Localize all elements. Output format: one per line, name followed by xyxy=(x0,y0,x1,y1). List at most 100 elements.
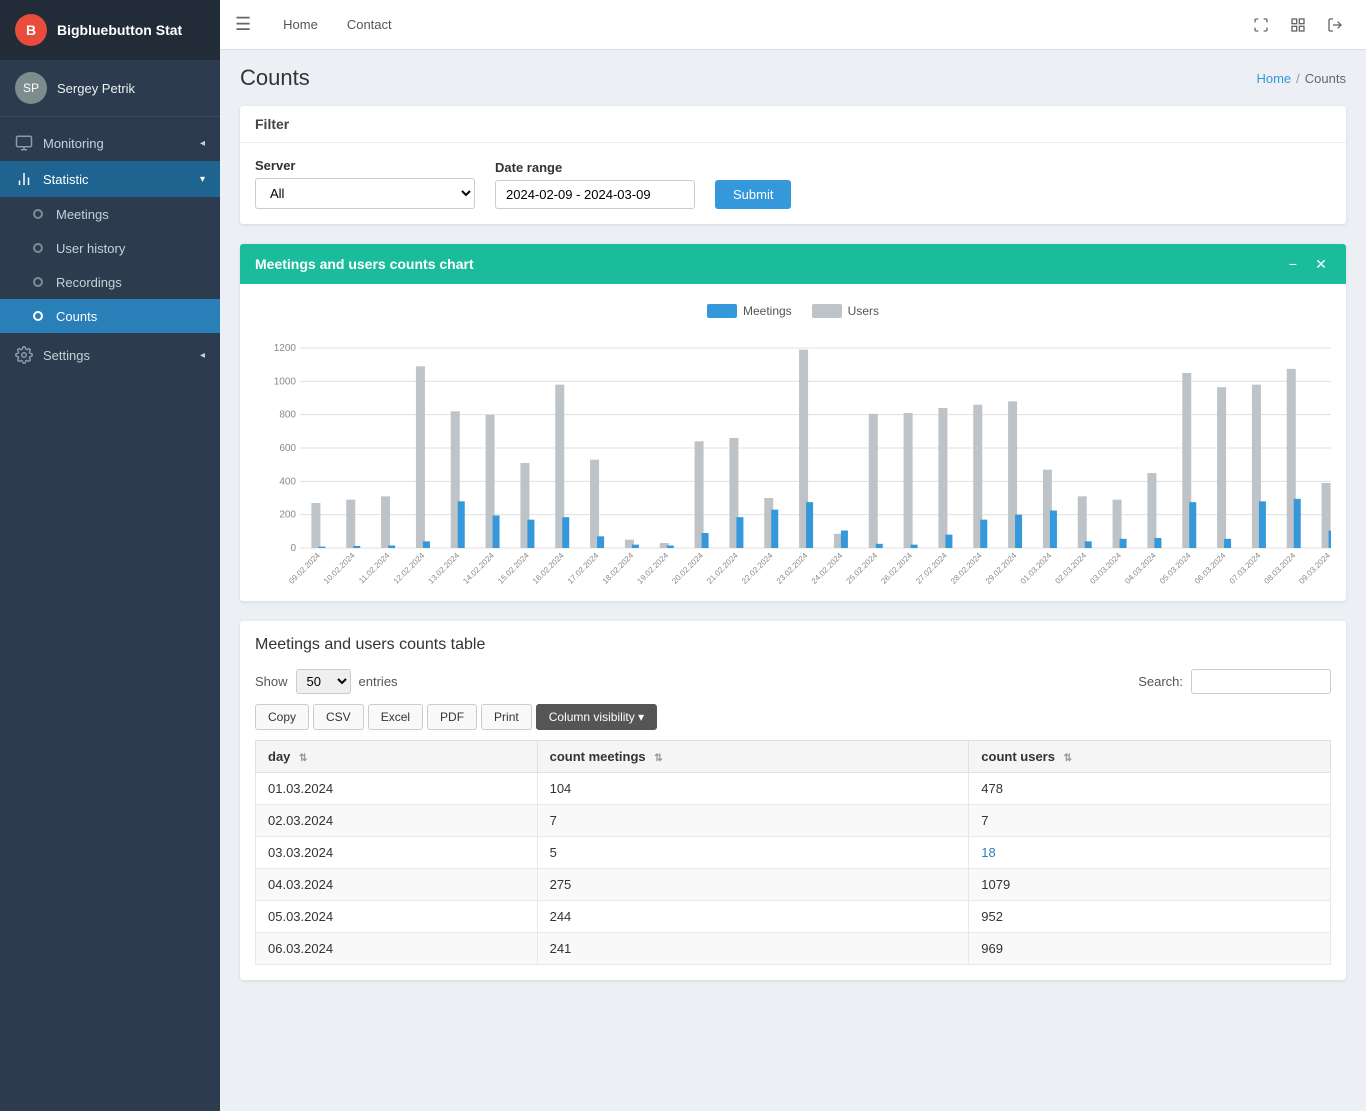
table-row: 04.03.20242751079 xyxy=(256,869,1331,901)
submit-button[interactable]: Submit xyxy=(715,180,791,209)
sidebar-item-settings-label: Settings xyxy=(43,348,190,363)
chart-controls: − ✕ xyxy=(1283,254,1331,274)
svg-text:21.02.2024: 21.02.2024 xyxy=(705,551,740,586)
svg-text:800: 800 xyxy=(279,410,296,421)
svg-text:03.03.2024: 03.03.2024 xyxy=(1088,551,1123,586)
logout-icon[interactable] xyxy=(1319,9,1351,41)
circle-icon-recordings xyxy=(30,274,46,290)
legend-meetings: Meetings xyxy=(707,304,792,318)
cell-day: 05.03.2024 xyxy=(256,901,538,933)
date-range-input[interactable] xyxy=(495,180,695,209)
brand-icon: B xyxy=(15,14,47,46)
sort-icon-meetings: ⇅ xyxy=(654,753,662,764)
svg-text:14.02.2024: 14.02.2024 xyxy=(461,551,496,586)
table-row: 03.03.2024518 xyxy=(256,837,1331,869)
svg-text:08.03.2024: 08.03.2024 xyxy=(1262,551,1297,586)
cell-count_users: 478 xyxy=(969,773,1331,805)
circle-icon-counts xyxy=(30,308,46,324)
svg-text:25.02.2024: 25.02.2024 xyxy=(844,551,879,586)
col-users-label: count users xyxy=(981,749,1055,764)
topbar-home-link[interactable]: Home xyxy=(271,12,330,37)
sidebar-item-monitoring[interactable]: Monitoring ◂ xyxy=(0,125,220,161)
data-table: day ⇅ count meetings ⇅ count users ⇅ xyxy=(255,740,1331,965)
grid-icon[interactable] xyxy=(1282,9,1314,41)
search-input[interactable] xyxy=(1191,669,1331,694)
chart-body: Meetings Users 02004006008001000120009.0… xyxy=(240,284,1346,601)
table-head: day ⇅ count meetings ⇅ count users ⇅ xyxy=(256,741,1331,773)
cell-day: 01.03.2024 xyxy=(256,773,538,805)
filter-form: Server All Date range Submit xyxy=(255,158,1331,209)
chart-icon xyxy=(15,170,33,188)
svg-text:02.03.2024: 02.03.2024 xyxy=(1053,551,1088,586)
cell-count_meetings: 275 xyxy=(537,869,969,901)
col-header-day[interactable]: day ⇅ xyxy=(256,741,538,773)
pdf-button[interactable]: PDF xyxy=(427,704,477,730)
cell-count_meetings: 7 xyxy=(537,805,969,837)
svg-text:600: 600 xyxy=(279,443,296,454)
col-header-count-meetings[interactable]: count meetings ⇅ xyxy=(537,741,969,773)
cell-day: 02.03.2024 xyxy=(256,805,538,837)
legend-meetings-color xyxy=(707,304,737,318)
table-body: 01.03.202410447802.03.20247703.03.202451… xyxy=(256,773,1331,965)
brand: B Bigbluebutton Stat xyxy=(0,0,220,60)
fullscreen-icon[interactable] xyxy=(1245,9,1277,41)
svg-text:19.02.2024: 19.02.2024 xyxy=(635,551,670,586)
topbar-actions xyxy=(1245,9,1351,41)
col-meetings-label: count meetings xyxy=(550,749,646,764)
chart-minimize-button[interactable]: − xyxy=(1283,254,1303,274)
breadcrumb-home[interactable]: Home xyxy=(1256,71,1291,86)
topbar-contact-link[interactable]: Contact xyxy=(335,12,404,37)
table-title: Meetings and users counts table xyxy=(255,636,1331,654)
topbar: ☰ Home Contact xyxy=(220,0,1366,50)
svg-text:18.02.2024: 18.02.2024 xyxy=(601,551,636,586)
table-row: 01.03.2024104478 xyxy=(256,773,1331,805)
bar-chart: 02004006008001000120009.02.202410.02.202… xyxy=(255,328,1331,588)
excel-button[interactable]: Excel xyxy=(368,704,423,730)
copy-button[interactable]: Copy xyxy=(255,704,309,730)
hamburger-icon[interactable]: ☰ xyxy=(235,14,251,35)
print-button[interactable]: Print xyxy=(481,704,532,730)
search-label: Search: xyxy=(1138,674,1183,689)
table-row: 06.03.2024241969 xyxy=(256,933,1331,965)
entries-label: entries xyxy=(359,674,398,689)
csv-button[interactable]: CSV xyxy=(313,704,364,730)
circle-icon-user-history xyxy=(30,240,46,256)
legend-users: Users xyxy=(812,304,879,318)
cell-count_users: 18 xyxy=(969,837,1331,869)
column-visibility-button[interactable]: Column visibility ▾ xyxy=(536,704,657,730)
svg-text:10.02.2024: 10.02.2024 xyxy=(322,551,357,586)
sidebar-item-meetings[interactable]: Meetings xyxy=(0,197,220,231)
col-header-count-users[interactable]: count users ⇅ xyxy=(969,741,1331,773)
breadcrumb: Home / Counts xyxy=(1256,71,1346,86)
sort-icon-users: ⇅ xyxy=(1064,753,1072,764)
sort-icon-day: ⇅ xyxy=(299,753,307,764)
sidebar-item-counts-label: Counts xyxy=(56,309,205,324)
chart-title: Meetings and users counts chart xyxy=(255,256,474,272)
cell-count_meetings: 244 xyxy=(537,901,969,933)
sidebar-item-counts[interactable]: Counts xyxy=(0,299,220,333)
user-profile[interactable]: SP Sergey Petrik xyxy=(0,60,220,117)
sidebar-item-user-history[interactable]: User history xyxy=(0,231,220,265)
svg-text:15.02.2024: 15.02.2024 xyxy=(496,551,531,586)
svg-text:23.02.2024: 23.02.2024 xyxy=(775,551,810,586)
sidebar-item-statistic[interactable]: Statistic ▾ xyxy=(0,161,220,197)
chart-close-button[interactable]: ✕ xyxy=(1311,254,1331,274)
entries-select[interactable]: 50 25 10 xyxy=(296,669,351,694)
svg-text:26.02.2024: 26.02.2024 xyxy=(879,551,914,586)
svg-text:07.03.2024: 07.03.2024 xyxy=(1228,551,1263,586)
sidebar-item-settings[interactable]: Settings ◂ xyxy=(0,337,220,373)
filter-card-header: Filter xyxy=(240,106,1346,143)
sidebar-item-recordings[interactable]: Recordings xyxy=(0,265,220,299)
chart-area: 02004006008001000120009.02.202410.02.202… xyxy=(255,328,1331,591)
circle-icon-meetings xyxy=(30,206,46,222)
svg-text:0: 0 xyxy=(290,543,296,554)
svg-text:20.02.2024: 20.02.2024 xyxy=(670,551,705,586)
server-field-group: Server All xyxy=(255,158,475,209)
server-select[interactable]: All xyxy=(255,178,475,209)
chart-card: Meetings and users counts chart − ✕ Meet… xyxy=(240,244,1346,601)
svg-text:01.03.2024: 01.03.2024 xyxy=(1019,551,1054,586)
cell-count_users: 7 xyxy=(969,805,1331,837)
cell-count_meetings: 104 xyxy=(537,773,969,805)
show-label: Show xyxy=(255,674,288,689)
cell-day: 03.03.2024 xyxy=(256,837,538,869)
